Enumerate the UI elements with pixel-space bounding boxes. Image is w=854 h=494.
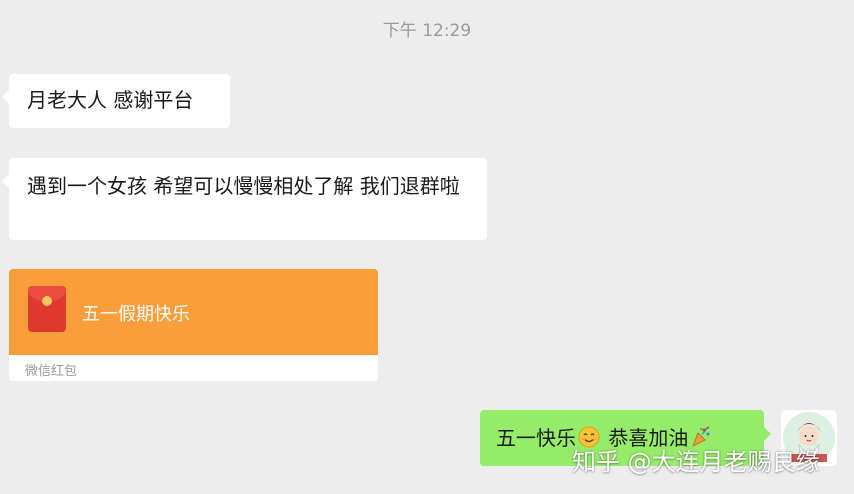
- red-packet-greeting: 五一假期快乐: [82, 304, 190, 325]
- message-text: 月老大人 感谢平台: [27, 88, 194, 112]
- red-packet-body: 五一假期快乐: [9, 269, 378, 355]
- red-packet-source-label: 微信红包: [25, 364, 78, 379]
- incoming-message-bubble[interactable]: 月老大人 感谢平台: [2, 74, 230, 128]
- incoming-message-bubble[interactable]: 遇到一个女孩 希望可以慢慢相处了解 我们退群啦: [2, 158, 487, 240]
- message-timestamp: 下午 12:29: [382, 21, 472, 41]
- zhihu-watermark: 知乎 @大连月老赐良缘: [572, 448, 820, 476]
- red-envelope-icon: [28, 286, 66, 332]
- message-text: 遇到一个女孩 希望可以慢慢相处了解 我们退群啦: [27, 174, 460, 198]
- message-text: 五一快乐: [496, 426, 576, 450]
- red-packet-message[interactable]: 五一假期快乐 微信红包: [9, 269, 378, 381]
